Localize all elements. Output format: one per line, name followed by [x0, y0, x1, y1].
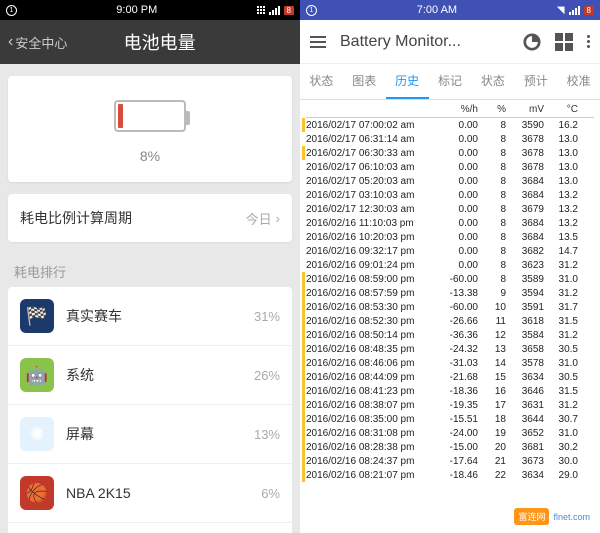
- status-time: 9:00 PM: [116, 4, 157, 16]
- list-item[interactable]: ⇅网络连接2%: [8, 523, 292, 533]
- period-row[interactable]: 耗电比例计算周期 今日 ›: [8, 194, 292, 242]
- app-icon: 🏀: [20, 476, 54, 510]
- app-percent: 26%: [254, 368, 280, 383]
- table-row[interactable]: 2016/02/17 06:31:14 am0.008367813.0: [306, 132, 594, 146]
- table-row[interactable]: 2016/02/17 06:30:33 am0.008367813.0: [306, 146, 594, 160]
- app-name: 真实赛车: [66, 306, 254, 326]
- table-row[interactable]: 2016/02/16 08:35:00 pm-15.5118364430.7: [306, 412, 594, 426]
- table-row[interactable]: 2016/02/16 08:24:37 pm-17.6421367330.0: [306, 454, 594, 468]
- back-button[interactable]: ‹ 安全中心: [8, 33, 67, 52]
- status-bar-left: 1 9:00 PM 8: [0, 0, 300, 20]
- col-pcth: %/h: [436, 104, 478, 115]
- app-percent: 6%: [261, 486, 280, 501]
- apps-icon: [257, 6, 265, 14]
- app-list: 🏁 真实赛车31% 🤖 系统26% ✺ 屏幕13% 🏀 NBA 2K156% ⇅网络连接2%: [8, 287, 292, 533]
- list-item[interactable]: 🤖 系统26%: [8, 346, 292, 405]
- col-pct: %: [478, 104, 506, 115]
- table-row[interactable]: 2016/02/16 08:53:30 pm-60.0010359131.7: [306, 300, 594, 314]
- back-label: 安全中心: [15, 33, 67, 52]
- battery-fill: [118, 104, 123, 128]
- table-row[interactable]: 2016/02/17 12:30:03 am0.008367913.2: [306, 202, 594, 216]
- table-row[interactable]: 2016/02/16 08:52:30 pm-26.6611361831.5: [306, 314, 594, 328]
- watermark: 富连网 flnet.com: [514, 508, 590, 525]
- battery-indicator: 8: [284, 6, 294, 15]
- tab-1[interactable]: 图表: [343, 64, 386, 99]
- tabs: 状态图表历史标记状态预计校准: [300, 64, 600, 100]
- table-row[interactable]: 2016/02/16 08:46:06 pm-31.0314357831.0: [306, 356, 594, 370]
- col-mv: mV: [506, 104, 544, 115]
- table-row[interactable]: 2016/02/17 07:00:02 am0.008359016.2: [306, 118, 594, 132]
- app-name: 屏幕: [66, 424, 254, 444]
- app-name: NBA 2K15: [66, 485, 261, 501]
- app-percent: 13%: [254, 427, 280, 442]
- tab-6[interactable]: 校准: [557, 64, 600, 99]
- table-header: %/h % mV °C: [306, 102, 594, 118]
- chevron-left-icon: ‹: [8, 33, 13, 51]
- app-icon: 🤖: [20, 358, 54, 392]
- signal-icon: [269, 6, 280, 15]
- notification-icon: 1: [306, 5, 317, 16]
- battery-card: 8%: [8, 76, 292, 182]
- signal-icon: [569, 6, 580, 15]
- battery-icon: [114, 100, 186, 132]
- app-title: Battery Monitor...: [340, 33, 509, 51]
- app-icon: ✺: [20, 417, 54, 451]
- notification-icon: 1: [6, 5, 17, 16]
- list-item[interactable]: 🏁 真实赛车31%: [8, 287, 292, 346]
- page-title: 电池电量: [67, 29, 252, 55]
- list-item[interactable]: 🏀 NBA 2K156%: [8, 464, 292, 523]
- app-icon: 🏁: [20, 299, 54, 333]
- list-item[interactable]: ✺ 屏幕13%: [8, 405, 292, 464]
- history-table[interactable]: %/h % mV °C 2016/02/17 07:00:02 am0.0083…: [300, 100, 600, 484]
- tab-3[interactable]: 标记: [429, 64, 472, 99]
- header-left: ‹ 安全中心 电池电量: [0, 20, 300, 64]
- tab-5[interactable]: 预计: [514, 64, 557, 99]
- table-row[interactable]: 2016/02/16 08:48:35 pm-24.3213365830.5: [306, 342, 594, 356]
- toolbar-right: Battery Monitor...: [300, 20, 600, 64]
- table-row[interactable]: 2016/02/16 11:10:03 pm0.008368413.2: [306, 216, 594, 230]
- col-c: °C: [544, 104, 578, 115]
- battery-indicator: 8: [584, 6, 594, 15]
- chevron-right-icon: ›: [276, 211, 280, 226]
- app-percent: 31%: [254, 309, 280, 324]
- table-row[interactable]: 2016/02/16 08:44:09 pm-21.6815363430.5: [306, 370, 594, 384]
- app-name: 系统: [66, 365, 254, 385]
- menu-icon[interactable]: [310, 36, 326, 48]
- tab-2[interactable]: 历史: [386, 64, 429, 99]
- grid-view-icon[interactable]: [555, 33, 573, 51]
- phone-left: 1 9:00 PM 8 ‹ 安全中心 电池电量 8% 耗电比例计算周期 今日 ›…: [0, 0, 300, 533]
- status-time: 7:00 AM: [417, 4, 457, 16]
- period-value: 今日: [246, 209, 272, 228]
- phone-right: 1 7:00 AM ◥ 8 Battery Monitor... 状态图表历史标…: [300, 0, 600, 533]
- status-bar-right: 1 7:00 AM ◥ 8: [300, 0, 600, 20]
- table-row[interactable]: 2016/02/16 08:28:38 pm-15.0020368130.2: [306, 440, 594, 454]
- tab-4[interactable]: 状态: [471, 64, 514, 99]
- more-icon[interactable]: [587, 35, 590, 48]
- table-row[interactable]: 2016/02/17 05:20:03 am0.008368413.0: [306, 174, 594, 188]
- table-row[interactable]: 2016/02/16 08:57:59 pm-13.389359431.2: [306, 286, 594, 300]
- watermark-text: flnet.com: [553, 512, 590, 522]
- battery-percent: 8%: [8, 148, 292, 164]
- table-row[interactable]: 2016/02/16 08:41:23 pm-18.3616364631.5: [306, 384, 594, 398]
- tab-0[interactable]: 状态: [300, 64, 343, 99]
- table-row[interactable]: 2016/02/17 06:10:03 am0.008367813.0: [306, 160, 594, 174]
- table-row[interactable]: 2016/02/16 09:32:17 pm0.008368214.7: [306, 244, 594, 258]
- wifi-icon: ◥: [557, 5, 565, 16]
- watermark-badge: 富连网: [514, 508, 549, 525]
- table-row[interactable]: 2016/02/17 03:10:03 am0.008368413.2: [306, 188, 594, 202]
- table-row[interactable]: 2016/02/16 08:50:14 pm-36.3612358431.2: [306, 328, 594, 342]
- table-row[interactable]: 2016/02/16 08:21:07 pm-18.4622363429.0: [306, 468, 594, 482]
- table-row[interactable]: 2016/02/16 08:59:00 pm-60.008358931.0: [306, 272, 594, 286]
- pie-chart-icon[interactable]: [523, 33, 541, 51]
- table-row[interactable]: 2016/02/16 08:31:08 pm-24.0019365231.0: [306, 426, 594, 440]
- period-label: 耗电比例计算周期: [20, 208, 132, 228]
- rank-header: 耗电排行: [0, 252, 300, 287]
- table-row[interactable]: 2016/02/16 10:20:03 pm0.008368413.5: [306, 230, 594, 244]
- table-row[interactable]: 2016/02/16 08:38:07 pm-19.3517363131.2: [306, 398, 594, 412]
- table-row[interactable]: 2016/02/16 09:01:24 pm0.008362331.2: [306, 258, 594, 272]
